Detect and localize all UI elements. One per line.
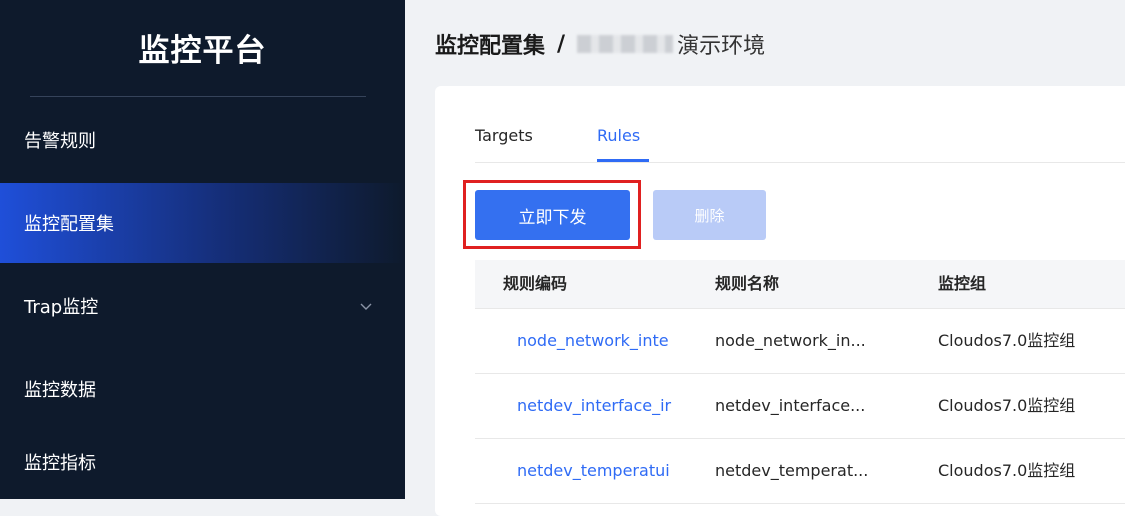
sidebar-item-label: 告警规则 [24, 131, 96, 152]
sidebar: 监控平台 告警规则 监控配置集 Trap监控 监控数据 监控指标 [0, 0, 405, 499]
table-header: 规则编码 规则名称 监控组 [475, 260, 1125, 309]
rule-code-link[interactable]: netdev_interface_ir [517, 374, 713, 438]
brand-divider [30, 96, 366, 97]
rule-code-link[interactable]: netdev_temperatui [517, 439, 713, 503]
sidebar-item-alert-rules[interactable]: 告警规则 [0, 100, 405, 180]
monitor-group-cell: Cloudos7.0监控组 [938, 461, 1076, 480]
monitor-group-cell: Cloudos7.0监控组 [938, 331, 1076, 350]
content-card: Targets Rules 立即下发 删除 规则编码 规则名称 监控组 node… [435, 86, 1125, 516]
tab-rules[interactable]: Rules [597, 126, 640, 145]
redacted-text [577, 35, 674, 53]
rule-code-link[interactable]: node_network_inte [517, 309, 713, 373]
main-header: 监控配置集 / 演示环境 [405, 0, 1125, 88]
breadcrumb-parent[interactable]: 监控配置集 [435, 28, 545, 60]
sidebar-item-label: 监控数据 [24, 380, 96, 401]
monitor-group-cell: Cloudos7.0监控组 [938, 396, 1076, 415]
breadcrumb-separator: / [557, 31, 566, 57]
table-row: node_network_inte node_network_in... Clo… [475, 309, 1125, 374]
tab-active-indicator [597, 159, 649, 162]
table-row: netdev_interface_ir netdev_interface... … [475, 374, 1125, 439]
sidebar-item-monitor-config-set[interactable]: 监控配置集 [0, 183, 405, 263]
breadcrumb: 监控配置集 / 演示环境 [435, 22, 765, 66]
chevron-down-icon [360, 303, 372, 310]
column-header-rule-name: 规则名称 [715, 274, 780, 293]
sidebar-item-monitor-data[interactable]: 监控数据 [0, 349, 405, 429]
sidebar-item-label: Trap监控 [24, 297, 99, 318]
table-row: netdev_temperatui netdev_temperat... Clo… [475, 439, 1125, 504]
rule-name-cell: node_network_in... [715, 331, 866, 350]
rule-name-cell: netdev_temperat... [715, 461, 869, 480]
sidebar-item-label: 监控配置集 [24, 214, 114, 235]
deploy-now-button[interactable]: 立即下发 [475, 190, 630, 240]
column-header-rule-code: 规则编码 [503, 274, 568, 293]
sidebar-item-label: 监控指标 [24, 453, 96, 474]
sidebar-item-trap-monitor[interactable]: Trap监控 [0, 266, 405, 346]
sidebar-item-monitor-metrics[interactable]: 监控指标 [0, 422, 405, 502]
column-header-monitor-group: 监控组 [938, 274, 987, 293]
tab-targets[interactable]: Targets [475, 126, 533, 145]
brand-title: 监控平台 [138, 33, 267, 69]
rule-name-cell: netdev_interface... [715, 396, 866, 415]
delete-button[interactable]: 删除 [653, 190, 766, 240]
breadcrumb-current: 演示环境 [677, 34, 766, 59]
tab-bar: Targets Rules [475, 86, 1125, 163]
